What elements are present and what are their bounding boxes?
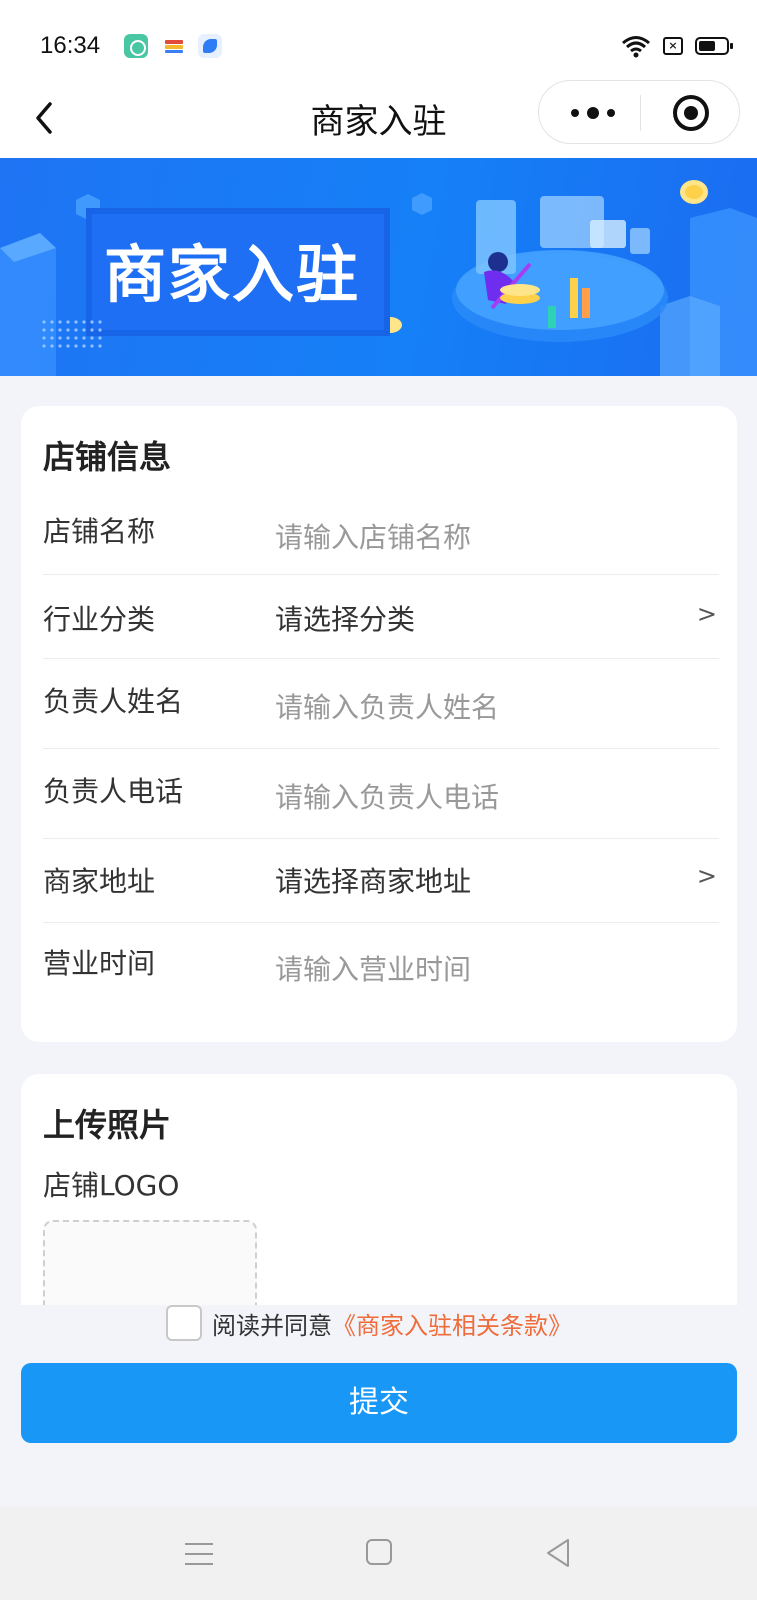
- industry-label: 行业分类: [43, 603, 156, 636]
- status-bar: 16:34 ×: [0, 0, 757, 80]
- capsule-divider: [640, 95, 641, 131]
- divider: [43, 838, 719, 839]
- menu-icon[interactable]: [185, 1543, 213, 1567]
- manager-phone-input[interactable]: 请输入负责人电话: [275, 776, 499, 816]
- business-hours-label: 营业时间: [43, 947, 156, 980]
- manager-phone-row: 负责人电话 请输入负责人电话: [43, 750, 719, 840]
- chevron-right-icon: >: [696, 600, 717, 628]
- banner-dot-grid: [40, 318, 106, 348]
- industry-row[interactable]: 行业分类 请选择分类 >: [43, 576, 719, 660]
- divider: [43, 748, 719, 749]
- divider: [43, 574, 719, 575]
- bottom-action-area: 阅读并同意 《商家入驻相关条款》 提交: [0, 1305, 757, 1507]
- status-time: 16:34: [40, 32, 101, 59]
- shop-name-row: 店铺名称 请输入店铺名称: [43, 506, 719, 576]
- wifi-icon: [622, 36, 650, 58]
- address-label: 商家地址: [43, 865, 156, 898]
- shop-logo-label: 店铺LOGO: [43, 1169, 180, 1202]
- divider: [43, 658, 719, 659]
- banner: 商家入驻: [0, 158, 757, 376]
- manager-name-row: 负责人姓名 请输入负责人姓名: [43, 660, 719, 750]
- app-icon-blue: [198, 34, 222, 58]
- back-triangle-icon[interactable]: [544, 1537, 574, 1569]
- agreement-link[interactable]: 《商家入驻相关条款》: [332, 1306, 572, 1341]
- upload-title: 上传照片: [43, 1106, 172, 1144]
- manager-name-input[interactable]: 请输入负责人姓名: [275, 686, 499, 726]
- divider: [43, 922, 719, 923]
- shop-info-card: 店铺信息 店铺名称 请输入店铺名称 行业分类 请选择分类 > 负责人姓名 请输入…: [21, 406, 737, 1042]
- business-hours-row: 营业时间 请输入营业时间: [43, 924, 719, 1014]
- agreement-checkbox[interactable]: [166, 1305, 202, 1341]
- system-nav-bar: [0, 1507, 757, 1600]
- home-icon[interactable]: [366, 1539, 392, 1565]
- mini-program-capsule: [538, 80, 740, 144]
- manager-phone-label: 负责人电话: [43, 775, 184, 808]
- industry-select[interactable]: 请选择分类: [275, 598, 415, 638]
- address-select[interactable]: 请选择商家地址: [275, 860, 471, 900]
- submit-button[interactable]: 提交: [21, 1363, 737, 1443]
- shop-info-title: 店铺信息: [43, 438, 172, 476]
- banner-title: 商家入驻: [104, 238, 361, 311]
- status-icons: ×: [621, 34, 733, 58]
- chevron-right-icon: >: [696, 862, 717, 890]
- agreement-row: 阅读并同意 《商家入驻相关条款》: [166, 1305, 572, 1341]
- address-row[interactable]: 商家地址 请选择商家地址 >: [43, 840, 719, 924]
- sim-x-icon: ×: [663, 37, 683, 55]
- shop-name-input[interactable]: 请输入店铺名称: [275, 516, 471, 556]
- agreement-text: 阅读并同意: [212, 1311, 332, 1340]
- business-hours-input[interactable]: 请输入营业时间: [275, 948, 471, 988]
- battery-icon: [695, 37, 733, 55]
- shop-name-label: 店铺名称: [43, 515, 156, 548]
- manager-name-label: 负责人姓名: [43, 685, 184, 718]
- app-icon-green: [124, 34, 148, 58]
- nav-bar: 商家入驻: [0, 80, 757, 158]
- target-icon[interactable]: [673, 95, 709, 131]
- app-icon-stack: [162, 34, 186, 58]
- more-dots-icon[interactable]: [571, 103, 615, 123]
